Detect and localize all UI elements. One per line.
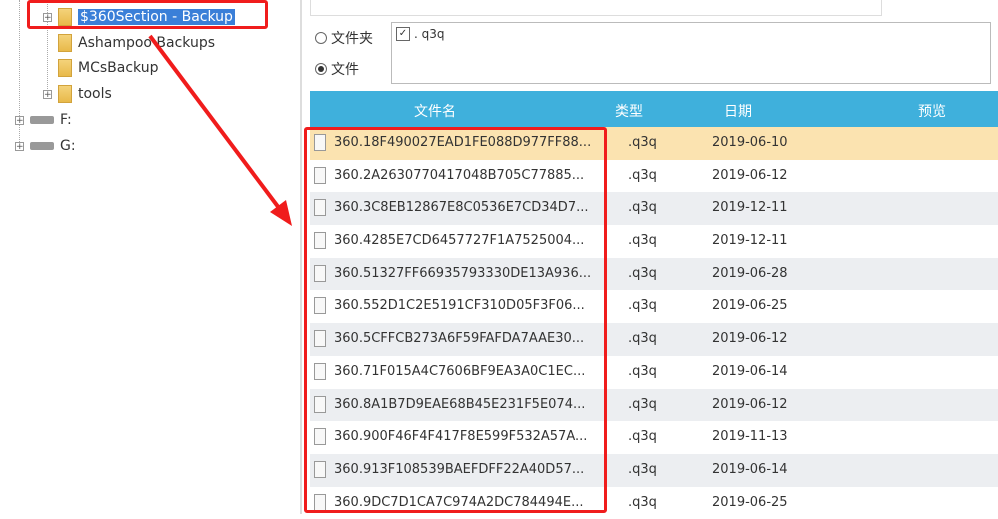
annotation-arrow	[148, 34, 292, 226]
